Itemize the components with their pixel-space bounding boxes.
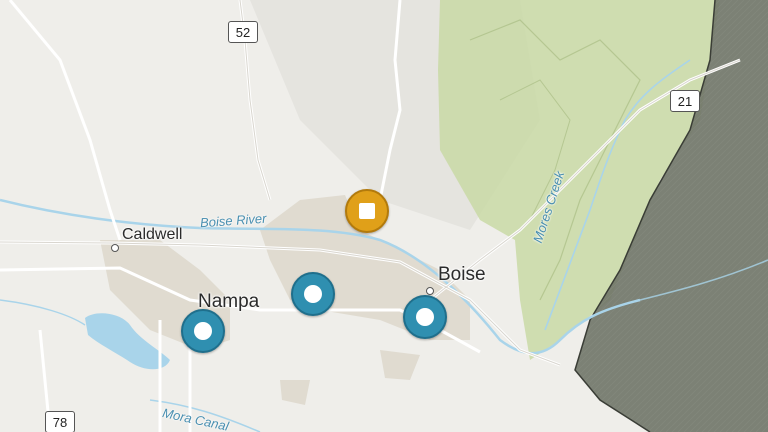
city-label-caldwell: Caldwell (122, 226, 183, 243)
route-shield: 21 (670, 90, 700, 112)
city-dot-caldwell (111, 244, 119, 252)
map-view[interactable]: 52 21 78 Caldwell Nampa Boise Boise Rive… (0, 0, 768, 432)
special-marker[interactable] (345, 189, 389, 233)
site-marker[interactable] (291, 272, 335, 316)
city-dot-boise (426, 287, 434, 295)
site-marker[interactable] (403, 295, 447, 339)
site-marker[interactable] (181, 309, 225, 353)
route-shield: 78 (45, 411, 75, 432)
city-label-boise: Boise (438, 264, 486, 285)
route-shield: 52 (228, 21, 258, 43)
